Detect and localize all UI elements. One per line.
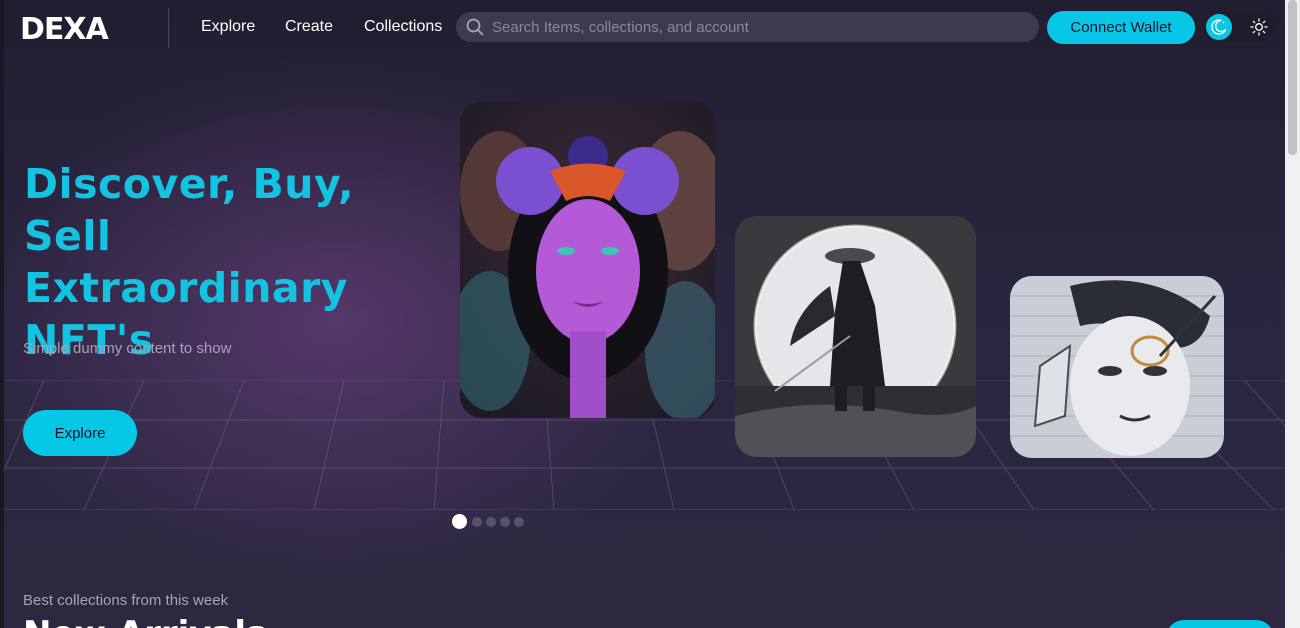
- psychedelic-woman-artwork: [460, 101, 715, 418]
- logo-text: DEXA: [20, 13, 110, 43]
- nav-collections[interactable]: Collections: [364, 18, 442, 36]
- samurai-moon-artwork: [735, 216, 976, 457]
- section-action-button[interactable]: [1166, 620, 1274, 628]
- nft-card-graffiti-face[interactable]: [1010, 276, 1224, 458]
- explore-button[interactable]: Explore: [23, 410, 137, 456]
- nft-card-samurai-moon[interactable]: [735, 216, 976, 457]
- carousel-dot-2[interactable]: [472, 517, 482, 527]
- page-scrollbar-thumb[interactable]: [1288, 0, 1297, 155]
- search-input[interactable]: [492, 12, 1032, 42]
- section-subtitle: Best collections from this week: [23, 592, 229, 609]
- sun-icon[interactable]: [1250, 18, 1268, 36]
- nav-create[interactable]: Create: [285, 18, 333, 36]
- carousel-dot-4[interactable]: [500, 517, 510, 527]
- search-bar: [456, 12, 1039, 42]
- hero-title-line-1: Discover, Buy, Sell: [24, 160, 355, 260]
- section-title: New Arrivals: [23, 614, 266, 628]
- moon-icon: [1211, 19, 1227, 35]
- hero-title-line-2: Extraordinary: [24, 264, 349, 312]
- dark-mode-button[interactable]: [1206, 14, 1232, 40]
- carousel-dot-3[interactable]: [486, 517, 496, 527]
- top-navbar: DEXA Explore Create Collections Connect …: [4, 0, 1285, 56]
- hero-title: Discover, Buy, Sell Extraordinary NFT's: [24, 158, 444, 366]
- header-divider: [168, 8, 169, 48]
- carousel-dot-1[interactable]: [452, 514, 467, 529]
- nft-card-psychedelic-woman[interactable]: [460, 101, 715, 418]
- search-icon: [466, 18, 484, 36]
- theme-toggle[interactable]: [1204, 12, 1274, 42]
- hero-subtitle: Simple dummy content to show: [23, 340, 232, 357]
- connect-wallet-button[interactable]: Connect Wallet: [1047, 11, 1195, 44]
- graffiti-face-artwork: [1010, 276, 1224, 458]
- nav-explore[interactable]: Explore: [201, 18, 255, 36]
- carousel-dot-5[interactable]: [514, 517, 524, 527]
- dexa-logo[interactable]: DEXA: [20, 13, 134, 43]
- page: DEXA Explore Create Collections Connect …: [0, 0, 1285, 628]
